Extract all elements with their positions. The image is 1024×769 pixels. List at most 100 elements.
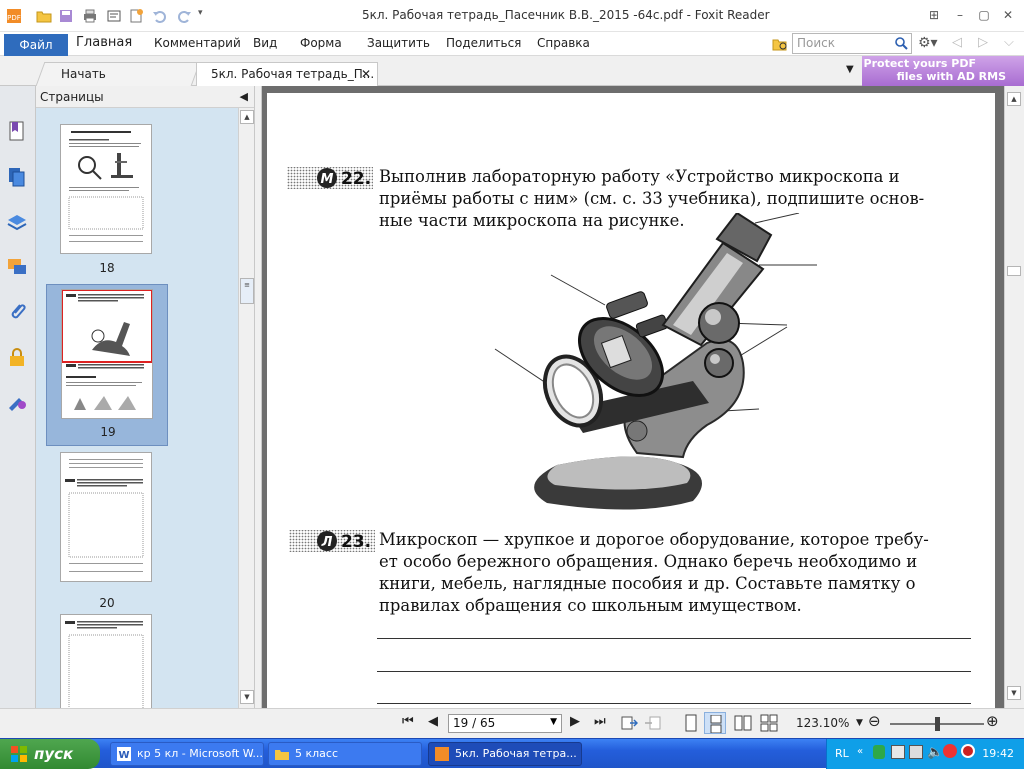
- menu-form[interactable]: Форма: [300, 36, 342, 50]
- zoom-value[interactable]: 123.10%: [796, 716, 849, 730]
- volume-icon[interactable]: 🔈: [927, 745, 943, 760]
- scroll-up-icon[interactable]: ▲: [240, 110, 254, 124]
- minimize-icon[interactable]: –: [952, 7, 968, 23]
- next-page-icon[interactable]: ▶: [570, 714, 580, 729]
- last-page-icon[interactable]: ⏭: [594, 714, 606, 729]
- security-shield-icon[interactable]: [873, 745, 885, 759]
- menu-comment[interactable]: Комментарий: [154, 36, 241, 50]
- tab-start[interactable]: Начать: [35, 62, 201, 86]
- thumbnail-page-19[interactable]: 19: [46, 284, 168, 446]
- search-field[interactable]: Поиск: [792, 33, 912, 54]
- security-lock-icon[interactable]: [6, 346, 28, 368]
- taskbar-item-word[interactable]: W кр 5 кл - Microsoft W...: [110, 742, 264, 766]
- continuous-view-button[interactable]: [704, 712, 726, 734]
- save-icon[interactable]: [58, 8, 74, 24]
- windows-taskbar: пуск W кр 5 кл - Microsoft W... 5 класс …: [0, 738, 1024, 769]
- facing-view-icon[interactable]: [734, 714, 752, 732]
- nav-forward-icon[interactable]: ▷: [978, 35, 988, 50]
- display-icon[interactable]: [909, 745, 923, 759]
- menu-protect[interactable]: Защитить: [367, 36, 430, 50]
- thumbnail-page-20[interactable]: 20: [46, 452, 168, 614]
- zoom-slider-thumb[interactable]: [935, 717, 940, 731]
- thumbnail-scrollbar[interactable]: ▲ ≡ ▼: [238, 108, 254, 708]
- attachments-icon[interactable]: [6, 300, 28, 322]
- taskbar-item-foxit[interactable]: 5кл. Рабочая тетра...: [428, 742, 582, 766]
- task-23-badge: Л 23.: [289, 530, 375, 552]
- new-star-icon[interactable]: [128, 8, 144, 24]
- thumbnail-list: 18 19 20: [36, 108, 238, 708]
- document-scrollbar[interactable]: ▲ ▼: [1004, 86, 1024, 708]
- ribbon-toggle-icon[interactable]: ⊞: [926, 7, 942, 23]
- signatures-icon[interactable]: [6, 390, 28, 412]
- scroll-thumb[interactable]: [1007, 266, 1021, 276]
- menu-help[interactable]: Справка: [537, 36, 590, 50]
- next-view-icon[interactable]: [644, 715, 662, 731]
- coarse-focus-knob: [698, 302, 740, 344]
- foxit-icon: [435, 747, 449, 761]
- undo-icon[interactable]: [152, 8, 168, 24]
- zoom-dropdown-icon[interactable]: ▼: [856, 718, 863, 728]
- first-page-icon[interactable]: ⏮: [402, 714, 414, 729]
- print-icon[interactable]: [82, 8, 98, 24]
- pages-icon[interactable]: [6, 166, 28, 188]
- scroll-up-icon[interactable]: ▲: [1007, 92, 1021, 106]
- maximize-icon[interactable]: ▢: [976, 7, 992, 23]
- thumbnail-page-18[interactable]: 18: [46, 108, 168, 275]
- thumbnail-image: [60, 452, 152, 582]
- thumbnail-image: [61, 289, 153, 419]
- ribbon-expand-icon[interactable]: ⌵: [1004, 35, 1014, 50]
- single-page-view-icon[interactable]: [684, 714, 698, 732]
- nav-back-icon[interactable]: ◁: [952, 35, 962, 50]
- tab-close-icon[interactable]: ✕: [361, 63, 371, 85]
- page-dropdown-icon[interactable]: ▼: [550, 717, 557, 727]
- thumbnail-page-21[interactable]: [46, 614, 168, 708]
- task-23-letter: Л: [321, 535, 333, 550]
- tab-list-dropdown-icon[interactable]: ▼: [846, 64, 854, 75]
- settings-gear-icon[interactable]: ⚙▾: [918, 35, 938, 51]
- scroll-down-icon[interactable]: ▼: [240, 690, 254, 704]
- task-22-badge: М 22.: [287, 167, 373, 189]
- zoom-in-icon[interactable]: ⊕: [986, 712, 999, 730]
- tray-expand-icon[interactable]: «: [857, 746, 863, 757]
- thumbnail-page-number: 18: [99, 261, 115, 275]
- network-icon[interactable]: [891, 745, 905, 759]
- zoom-out-icon[interactable]: ⊖: [868, 712, 881, 730]
- close-icon[interactable]: ✕: [1000, 7, 1016, 23]
- blocked-icon[interactable]: [961, 744, 975, 758]
- thumbnail-preview-18: [68, 131, 144, 242]
- properties-icon[interactable]: [106, 8, 122, 24]
- comments-icon[interactable]: [6, 256, 28, 278]
- customize-dropdown-icon[interactable]: ▾: [198, 8, 214, 24]
- start-button[interactable]: пуск: [0, 739, 100, 769]
- continuous-facing-view-icon[interactable]: [760, 714, 778, 732]
- answer-line: [377, 703, 971, 704]
- menu-home[interactable]: Главная: [76, 35, 132, 50]
- tab-document[interactable]: 5кл. Рабочая тетрадь_П... ✕: [196, 62, 378, 86]
- collapse-panel-icon[interactable]: ◀: [240, 90, 248, 103]
- menu-view[interactable]: Вид: [253, 36, 277, 50]
- redo-icon[interactable]: [176, 8, 192, 24]
- menu-share[interactable]: Поделиться: [446, 36, 521, 50]
- knob-highlight: [705, 309, 721, 325]
- continuous-view-icon: [710, 715, 722, 733]
- file-tab[interactable]: Файл: [4, 34, 68, 56]
- page-number-field[interactable]: 19 / 65 ▼: [448, 714, 562, 733]
- scroll-down-icon[interactable]: ▼: [1007, 686, 1021, 700]
- previous-view-icon[interactable]: [620, 715, 638, 731]
- layers-icon[interactable]: [6, 212, 28, 234]
- open-folder-icon[interactable]: [36, 8, 52, 24]
- svg-text:W: W: [118, 750, 129, 761]
- taskbar-item-folder[interactable]: 5 класс: [268, 742, 422, 766]
- task-22-line-1: Выполнив лабораторную работу «Устройство…: [379, 167, 900, 186]
- answer-line: [377, 671, 971, 672]
- search-icon[interactable]: [895, 37, 908, 50]
- language-indicator[interactable]: RL: [835, 747, 849, 760]
- ad-banner[interactable]: Protect yours PDF files with AD RMS: [862, 56, 1024, 86]
- panel-splitter[interactable]: [254, 86, 262, 708]
- bookmarks-icon[interactable]: [6, 120, 28, 142]
- scroll-thumb[interactable]: ≡: [240, 278, 254, 304]
- tab-document-label: 5кл. Рабочая тетрадь_П...: [211, 67, 375, 81]
- find-in-folder-icon[interactable]: [772, 36, 788, 52]
- antivirus-icon[interactable]: [943, 744, 957, 758]
- previous-page-icon[interactable]: ◀: [428, 714, 438, 729]
